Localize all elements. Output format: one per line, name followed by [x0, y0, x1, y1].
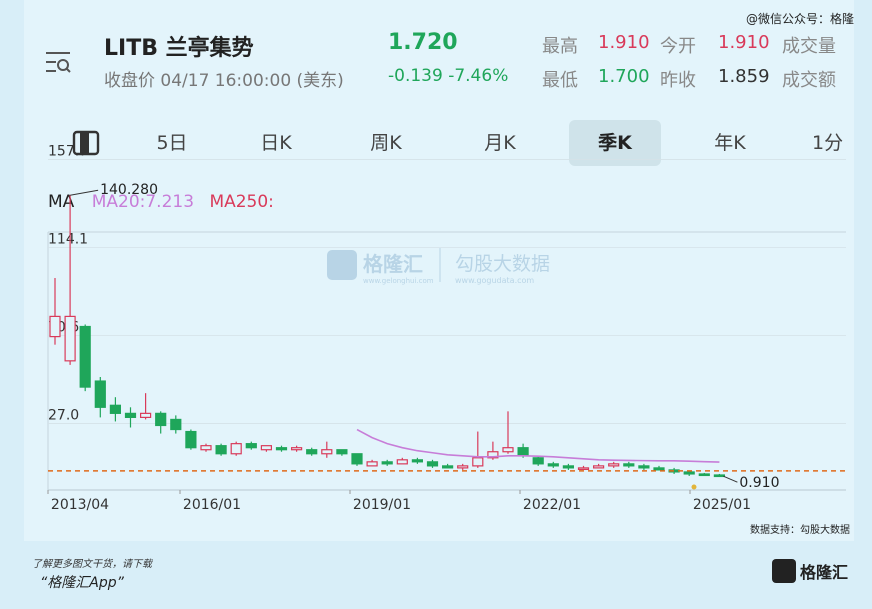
event-marker [691, 484, 697, 490]
watermark-brand-url: www.gelonghui.com [363, 277, 434, 285]
candle-body [517, 447, 529, 457]
candle-body [592, 465, 605, 469]
candle-body [396, 459, 408, 465]
candle-body [442, 465, 454, 469]
watermark-gogu: 勾股大数据 [455, 253, 550, 275]
candle-body [291, 447, 303, 451]
candle-body [321, 449, 333, 455]
candle-body [275, 447, 288, 451]
candle-body [562, 465, 575, 469]
brand-logo-icon [772, 559, 796, 583]
candle-body [260, 445, 272, 451]
candle-body [426, 461, 439, 467]
candle-body [185, 430, 197, 449]
candle-body [457, 465, 469, 469]
chart-watermark: 格隆汇 www.gelonghui.com 勾股大数据 www.gogudata… [327, 248, 550, 285]
watermark-gogu-url: www.gogudata.com [455, 276, 534, 285]
candle-body [336, 449, 348, 455]
x-tick-label: 2025/01 [693, 497, 751, 513]
candle-body [230, 443, 242, 455]
x-tick-label: 2022/01 [523, 497, 581, 513]
x-tick-label: 2019/01 [353, 497, 411, 513]
candle-body [608, 463, 620, 467]
y-tick-label: 114.1 [48, 232, 88, 248]
last-annotation-label: 0.910 [739, 475, 779, 491]
candle-body [577, 467, 590, 470]
y-tick-label: 157.7 [48, 143, 88, 159]
candle-body [698, 473, 710, 477]
candle-body [502, 447, 514, 453]
x-tick-label: 2013/04 [51, 497, 109, 513]
candle-body [623, 463, 635, 467]
screenshot-frame: @微信公众号：格隆 LITB 兰亭集势 1.720 收盘价 04/17 16:0… [0, 0, 872, 609]
candle-body [155, 412, 167, 427]
candle-body [638, 465, 650, 469]
candle-body [49, 315, 61, 338]
candle-body [94, 380, 106, 408]
candle-body [381, 461, 393, 465]
watermark-logo-icon [327, 250, 357, 280]
high-annotation-leader [70, 189, 99, 196]
watermark-brand: 格隆汇 [363, 252, 423, 276]
candle-body [124, 412, 137, 418]
candle-body [170, 418, 182, 431]
candle-body [532, 457, 544, 465]
candle-body [683, 471, 695, 475]
candle-body [366, 461, 378, 467]
candle-body [472, 457, 484, 467]
candle-body [411, 459, 423, 463]
high-annotation-label: 140.280 [100, 182, 158, 198]
candle-body [64, 315, 76, 362]
last-annotation-leader [723, 475, 738, 483]
candle-body [215, 445, 227, 455]
candle-body [140, 412, 152, 418]
candle-body [200, 445, 212, 451]
candle-body [245, 443, 257, 449]
candle-body [79, 325, 91, 388]
candle-body [547, 463, 559, 467]
x-tick-label: 2016/01 [183, 497, 241, 513]
data-support: 数据支持：勾股大数据 [750, 525, 850, 536]
footer-note: 了解更多图文干货，请下载 [32, 559, 152, 570]
brand-logo: 格隆汇 [772, 559, 848, 583]
candle-body [713, 474, 726, 478]
candlestick-chart: 格隆汇 www.gelonghui.com 勾股大数据 www.gogudata… [47, 143, 846, 513]
candle-body [653, 467, 665, 471]
y-tick-label: 27.0 [48, 407, 79, 423]
candle-body [306, 449, 318, 455]
candle-body [351, 453, 363, 465]
candle-body [109, 404, 122, 414]
footer-app: “格隆汇App” [40, 575, 124, 591]
brand-logo-text: 格隆汇 [800, 563, 848, 582]
